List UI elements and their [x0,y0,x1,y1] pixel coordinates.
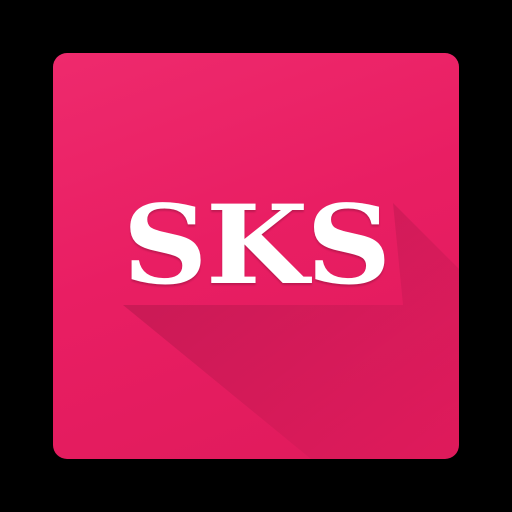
icon-canvas: SKS [0,0,512,512]
app-icon[interactable]: SKS [53,53,459,459]
icon-text: SKS [122,180,392,309]
